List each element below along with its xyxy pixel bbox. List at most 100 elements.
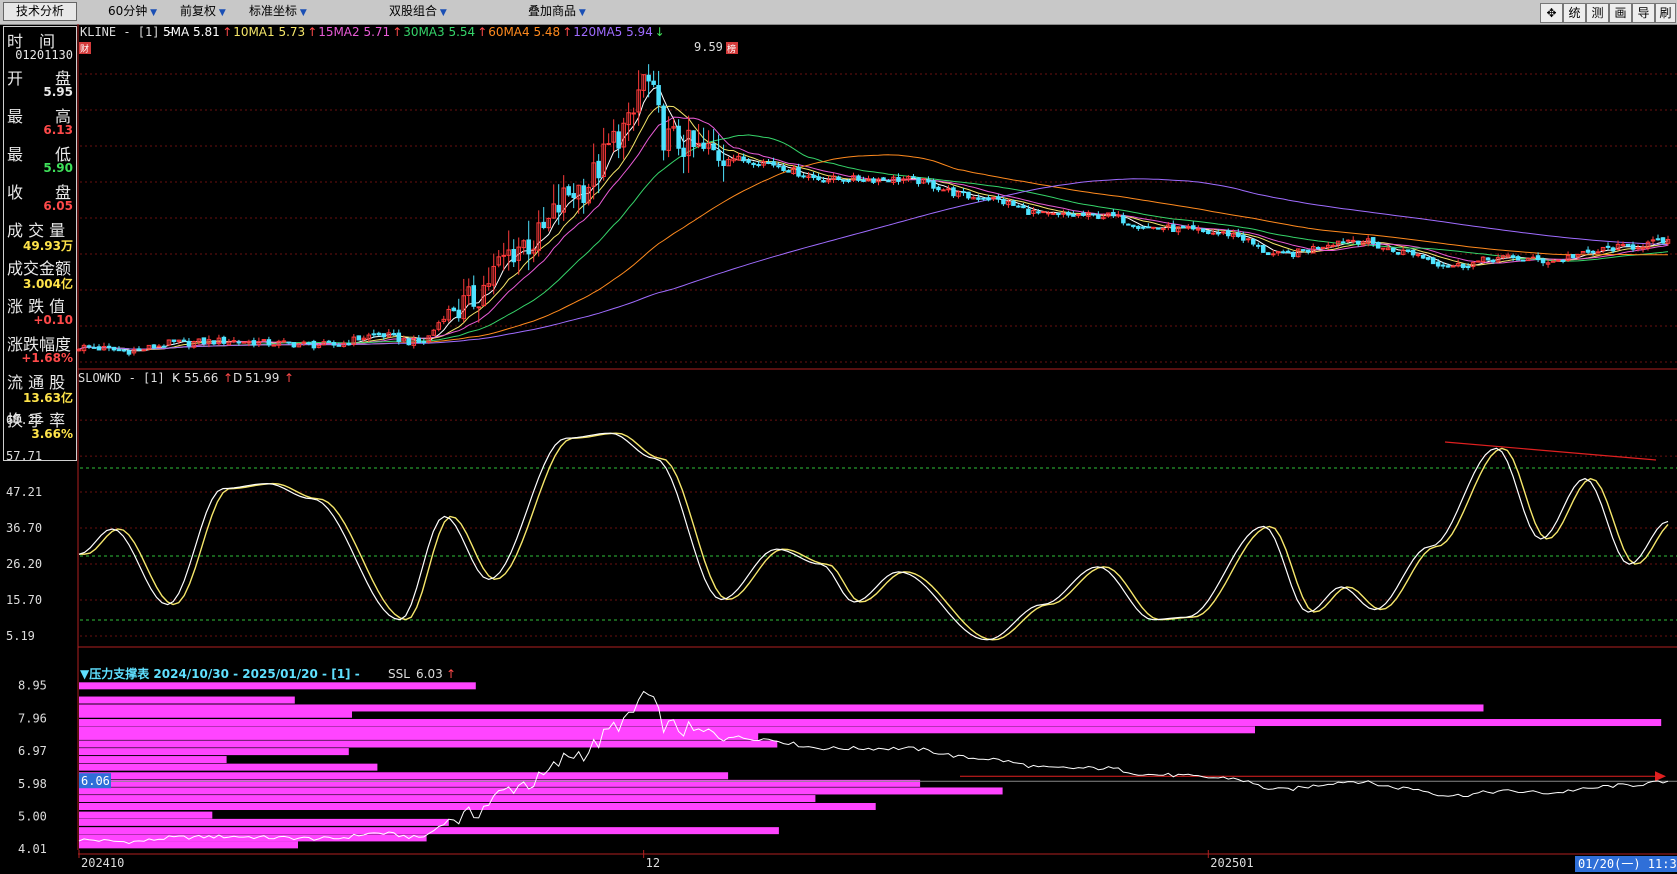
candle-body	[1280, 251, 1286, 254]
candle-body	[1016, 205, 1021, 208]
profile-bar	[79, 803, 876, 811]
candle-body	[1096, 214, 1101, 219]
candle-body	[846, 179, 851, 183]
profile-bar	[79, 795, 816, 803]
candle-body	[966, 191, 971, 199]
candle-body	[1056, 213, 1061, 216]
adjust-dropdown[interactable]: 前复权	[180, 3, 226, 20]
candle-body	[156, 345, 162, 348]
candle-body	[1026, 208, 1031, 215]
candle-body	[126, 350, 132, 355]
candle-body	[1021, 205, 1026, 209]
candle-body	[721, 160, 726, 166]
candle-body	[1410, 249, 1416, 256]
profile-bar	[79, 740, 778, 748]
candle-body	[1315, 246, 1321, 250]
candle-body	[1380, 247, 1386, 250]
candle-body	[1355, 240, 1361, 245]
candle-body	[1465, 265, 1471, 269]
ssl-arrow: ↑	[446, 667, 456, 681]
x-axis-label: 202501	[1210, 856, 1253, 870]
candle-body	[236, 341, 242, 344]
adjust-label: 前复权	[180, 4, 217, 18]
ma-legend-10ma1: 10MA1 5.73	[233, 25, 305, 39]
stats-button[interactable]: 统	[1563, 3, 1586, 23]
candle-body	[1201, 228, 1206, 233]
candle-body	[1051, 212, 1056, 215]
candle-body	[911, 176, 916, 179]
export-button[interactable]: 导	[1632, 3, 1655, 23]
stoch-tick-label: 26.20	[6, 557, 42, 571]
candle-body	[1261, 244, 1266, 253]
candle-body	[1071, 213, 1076, 217]
candle-body	[1660, 237, 1666, 244]
candle-body	[1226, 230, 1231, 237]
profile-bar	[79, 841, 298, 849]
kline-title: KLINE - [1] -	[80, 25, 174, 39]
peak-badge: 榜	[727, 43, 736, 55]
candle-body	[1126, 223, 1131, 226]
candle-body	[326, 340, 332, 343]
move-icon[interactable]: ✥	[1540, 3, 1563, 23]
candle-body	[881, 177, 886, 181]
candle-body	[1635, 247, 1641, 250]
period-dropdown[interactable]: 60分钟	[108, 3, 157, 20]
candle-body	[1550, 260, 1556, 263]
profile-bar	[79, 719, 1662, 727]
candle-body	[776, 165, 781, 168]
candle-body	[886, 180, 891, 183]
candle-body	[811, 174, 816, 179]
profile-bar	[79, 787, 1003, 795]
refresh-button[interactable]: 刷	[1655, 3, 1676, 23]
candle-body	[836, 176, 841, 180]
tab-technical-analysis[interactable]: 技术分析	[3, 2, 77, 21]
coord-dropdown[interactable]: 标准坐标	[249, 3, 307, 20]
candle-body	[541, 221, 546, 229]
candle-body	[1270, 253, 1276, 256]
candle-body	[181, 339, 187, 342]
candle-body	[471, 285, 477, 307]
candle-body	[1266, 252, 1271, 256]
candle-body	[381, 333, 387, 338]
sr-tick-label: 5.00	[18, 809, 47, 823]
candle-body	[556, 204, 561, 213]
profile-bar	[79, 748, 349, 756]
candle-body	[141, 349, 147, 352]
candle-body	[271, 344, 277, 347]
ma-line-5	[78, 86, 1669, 352]
candle-body	[96, 346, 102, 351]
candle-body	[691, 130, 696, 147]
candle-body	[786, 170, 791, 173]
candle-body	[1605, 245, 1611, 248]
candle-body	[981, 197, 986, 200]
candle-body	[976, 197, 981, 200]
measure-button[interactable]: 测	[1586, 3, 1609, 23]
candle-body	[121, 349, 127, 352]
x-axis-label: 12	[646, 856, 660, 870]
candle-body	[676, 125, 681, 149]
candle-body	[1041, 211, 1046, 214]
dual-stock-label: 双股组合	[389, 4, 438, 18]
candle-body	[286, 341, 292, 344]
candle-body	[211, 340, 217, 345]
kline-grid	[80, 73, 1677, 363]
candle-body	[1046, 212, 1051, 215]
candle-body	[1136, 225, 1141, 229]
dual-stock-dropdown[interactable]: 双股组合	[389, 3, 447, 20]
overlay-dropdown[interactable]: 叠加商品	[528, 3, 586, 20]
draw-button[interactable]: 画	[1609, 3, 1632, 23]
candle-body	[1485, 257, 1491, 261]
candle-body	[1246, 238, 1251, 241]
candle-body	[1560, 259, 1566, 262]
candle-body	[1630, 244, 1636, 250]
candle-body	[596, 160, 601, 179]
candle-body	[1610, 247, 1616, 252]
stoch-d-value: 51.99	[245, 371, 279, 385]
candle-body	[1171, 224, 1176, 232]
sr-tick-label: 4.01	[18, 842, 47, 856]
chart-area[interactable]: KLINE - [1] - 5MA 5.81 ↑ 10MA1 5.73 ↑ 15MA2 …	[0, 24, 1677, 874]
stoch-k-arrow: ↑	[223, 371, 233, 385]
candle-body	[1370, 237, 1376, 244]
ma-legend-120ma5: 120MA5 5.94	[573, 25, 653, 39]
candle-body	[1091, 213, 1096, 216]
